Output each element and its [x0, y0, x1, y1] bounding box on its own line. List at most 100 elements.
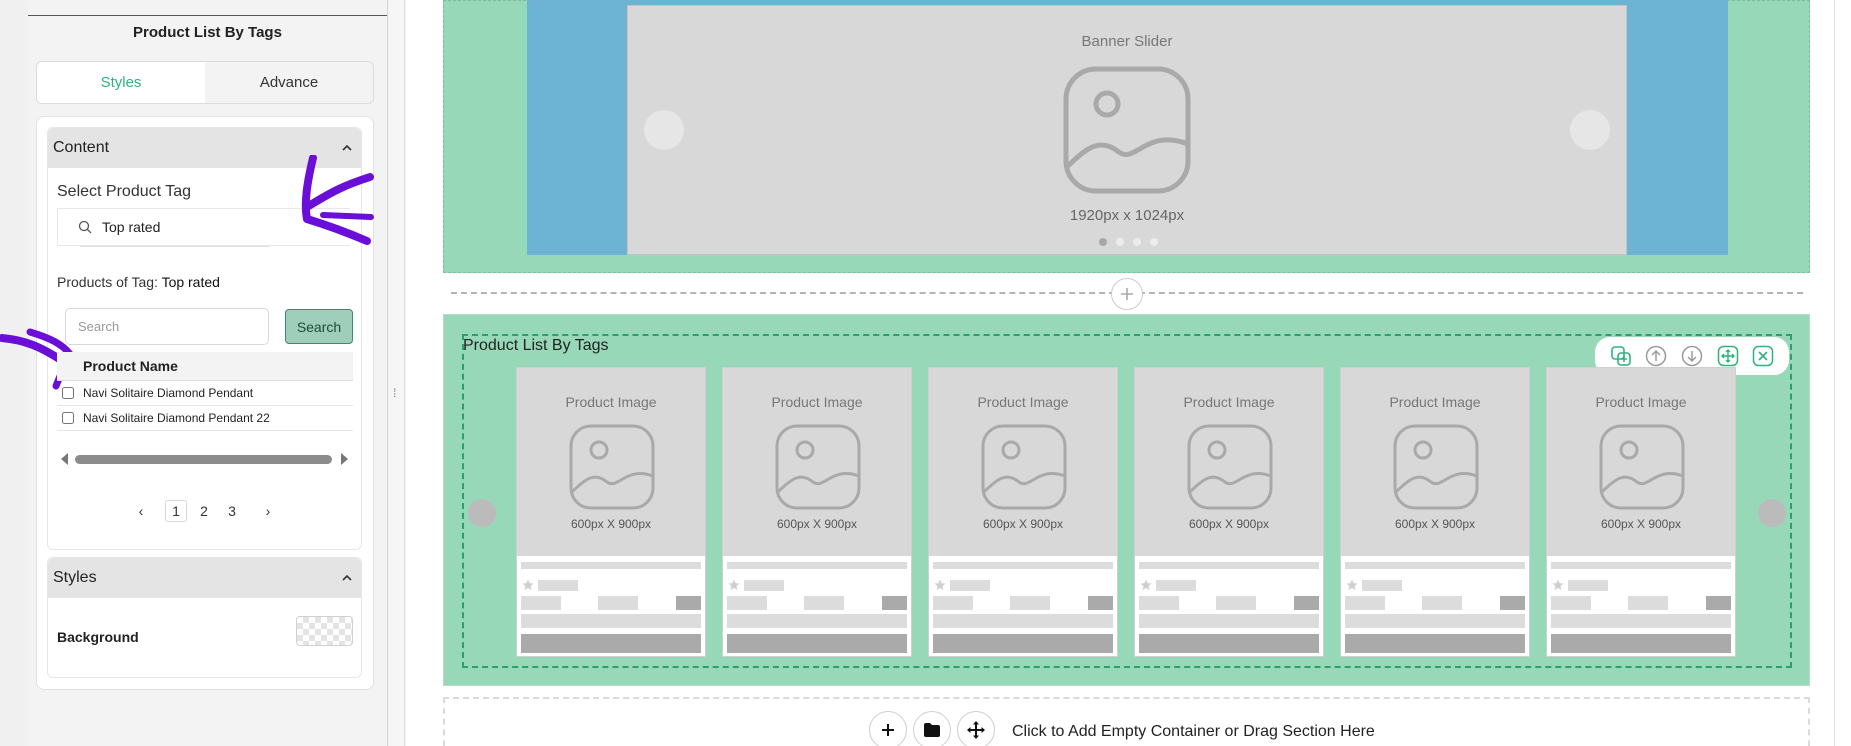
pagination-next[interactable]: › — [257, 500, 279, 522]
product-image-size: 600px X 900px — [1188, 517, 1270, 531]
grip-icon[interactable]: ⁞ — [393, 386, 396, 400]
slider-dot[interactable] — [1150, 238, 1158, 246]
image-placeholder-icon — [1599, 424, 1685, 510]
settings-tabs: Styles Advance — [36, 61, 374, 104]
banner-next-button[interactable] — [1570, 110, 1610, 150]
star-icon — [1346, 579, 1358, 590]
skeleton-price — [1628, 596, 1668, 610]
product-image-title: Product Image — [977, 394, 1069, 410]
skeleton-price — [1216, 596, 1256, 610]
product-image-placeholder: Product Image 600px X 900px — [1547, 368, 1735, 556]
panel-resize-handle[interactable] — [389, 0, 405, 746]
product-card[interactable]: Product Image 600px X 900px — [1340, 367, 1530, 657]
image-placeholder-icon — [1393, 424, 1479, 510]
table-row: Navi Solitaire Diamond Pendant — [57, 381, 353, 406]
product-name-cell: Navi Solitaire Diamond Pendant 22 — [83, 411, 270, 425]
product-image-title: Product Image — [1595, 394, 1687, 410]
row-checkbox[interactable] — [62, 412, 74, 424]
pagination-page-1[interactable]: 1 — [165, 500, 187, 522]
styles-section-title: Styles — [53, 569, 97, 586]
skeleton-price — [804, 596, 844, 610]
skeleton-line — [1551, 614, 1731, 628]
tab-advance[interactable]: Advance — [205, 62, 373, 103]
skeleton-price — [1422, 596, 1462, 610]
skeleton-button — [1139, 634, 1319, 653]
product-image-placeholder: Product Image 600px X 900px — [723, 368, 911, 556]
select-product-tag-label: Select Product Tag — [57, 183, 192, 200]
pagination-page-2[interactable]: 2 — [193, 500, 215, 522]
product-slider-prev-button[interactable] — [468, 499, 496, 527]
move-up-icon[interactable] — [1644, 344, 1668, 368]
duplicate-icon[interactable] — [1609, 344, 1633, 368]
scroll-right-icon[interactable] — [341, 453, 348, 465]
skeleton-price — [1139, 596, 1179, 610]
product-image-placeholder: Product Image 600px X 900px — [1341, 368, 1529, 556]
content-section-title: Content — [53, 139, 110, 156]
image-placeholder-icon — [981, 424, 1067, 510]
product-slider-next-button[interactable] — [1758, 499, 1786, 527]
product-image-size: 600px X 900px — [776, 517, 858, 531]
row-checkbox[interactable] — [62, 387, 74, 399]
empty-section-hint: Click to Add Empty Container or Drag Sec… — [1012, 723, 1375, 740]
background-color-picker[interactable] — [296, 616, 353, 646]
skeleton-rating — [744, 580, 784, 591]
skeleton-line — [1139, 562, 1319, 569]
styles-section-header[interactable]: Styles — [48, 558, 361, 598]
skeleton-rating — [1156, 580, 1196, 591]
product-card[interactable]: Product Image 600px X 900px — [1134, 367, 1324, 657]
skeleton-badge — [1294, 596, 1319, 610]
skeleton-button — [521, 634, 701, 653]
skeleton-rating — [950, 580, 990, 591]
skeleton-line — [1551, 562, 1731, 569]
product-image-title: Product Image — [771, 394, 863, 410]
product-card[interactable]: Product Image 600px X 900px — [722, 367, 912, 657]
slider-dot[interactable] — [1133, 238, 1141, 246]
add-section-button[interactable] — [1111, 278, 1143, 310]
pagination-prev[interactable]: ‹ — [130, 500, 152, 522]
product-card[interactable]: Product Image 600px X 900px — [928, 367, 1118, 657]
scroll-left-icon[interactable] — [61, 453, 68, 465]
tag-input-underline — [80, 246, 270, 247]
image-placeholder-icon — [1187, 424, 1273, 510]
scrollbar-thumb[interactable] — [75, 455, 332, 464]
skeleton-button — [1345, 634, 1525, 653]
products-of-tag-heading: Products of Tag: Top rated — [57, 274, 220, 290]
skeleton-badge — [1088, 596, 1113, 610]
skeleton-line — [521, 562, 701, 569]
banner-size-label: 1920px x 1024px — [1069, 207, 1185, 224]
image-placeholder-icon — [1063, 66, 1191, 194]
tab-styles[interactable]: Styles — [37, 62, 205, 103]
chevron-up-icon — [342, 144, 352, 151]
annotation-arrow-top — [301, 155, 374, 245]
product-card[interactable]: Product Image 600px X 900px — [516, 367, 706, 657]
star-icon — [1140, 579, 1152, 590]
skeleton-line — [1345, 614, 1525, 628]
background-label: Background — [57, 629, 139, 645]
slider-dot[interactable] — [1116, 238, 1124, 246]
banner-prev-button[interactable] — [644, 110, 684, 150]
product-image-size: 600px X 900px — [982, 517, 1064, 531]
canvas-scrollbar[interactable] — [1834, 0, 1851, 746]
product-tag-value: Top rated — [102, 219, 161, 235]
product-image-title: Product Image — [1183, 394, 1275, 410]
close-icon[interactable] — [1751, 344, 1775, 368]
product-image-title: Product Image — [1389, 394, 1481, 410]
drag-section-button[interactable] — [957, 711, 995, 746]
slider-dot[interactable] — [1099, 238, 1107, 246]
product-search-input[interactable] — [65, 308, 269, 345]
skeleton-price — [1551, 596, 1591, 610]
product-image-size: 600px X 900px — [570, 517, 652, 531]
skeleton-rating — [538, 580, 578, 591]
add-template-button[interactable] — [913, 711, 951, 746]
skeleton-price — [1345, 596, 1385, 610]
skeleton-rating — [1568, 580, 1608, 591]
search-button[interactable]: Search — [285, 309, 353, 344]
product-card[interactable]: Product Image 600px X 900px — [1546, 367, 1736, 657]
product-image-placeholder: Product Image 600px X 900px — [929, 368, 1117, 556]
drag-move-icon[interactable] — [1716, 344, 1740, 368]
product-image-size: 600px X 900px — [1600, 517, 1682, 531]
move-down-icon[interactable] — [1680, 344, 1704, 368]
star-icon — [522, 579, 534, 590]
add-container-button[interactable] — [869, 711, 907, 746]
pagination-page-3[interactable]: 3 — [221, 500, 243, 522]
